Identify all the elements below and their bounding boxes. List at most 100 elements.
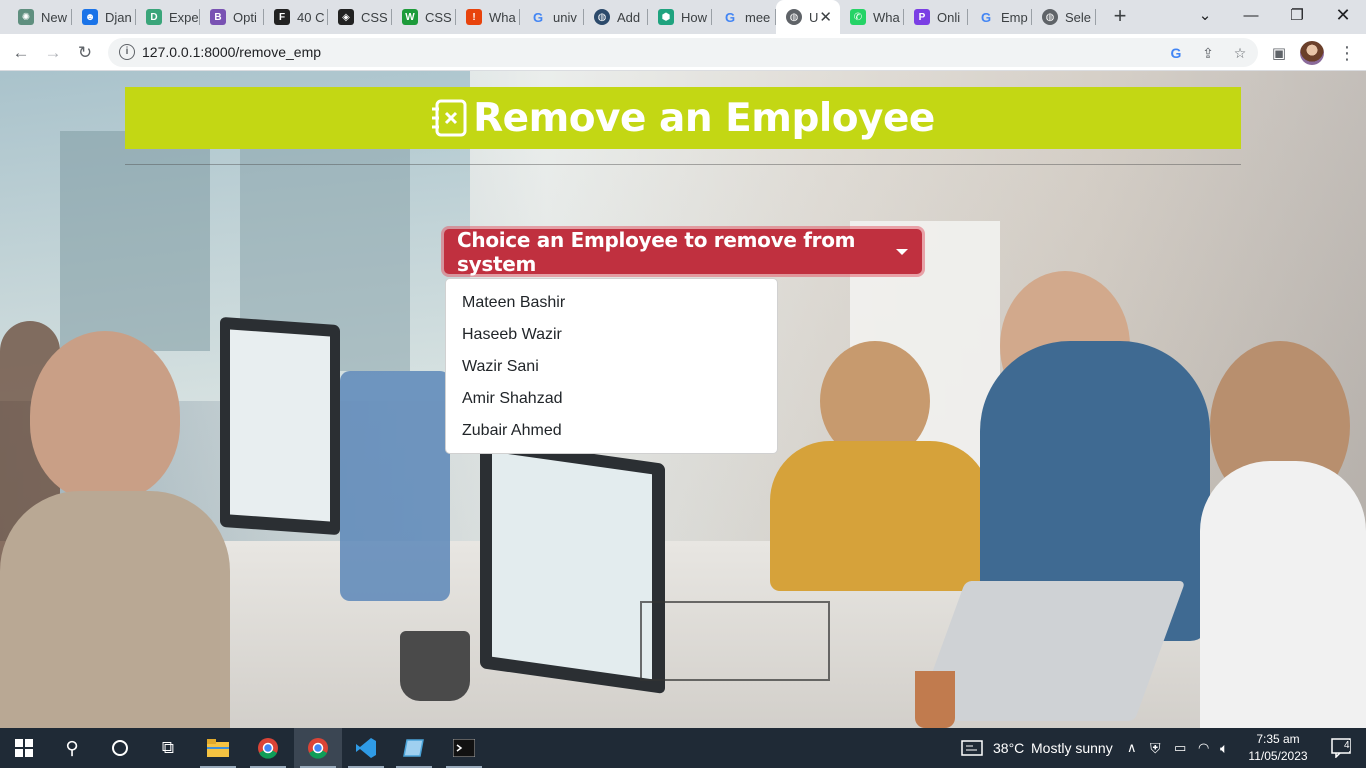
employee-dropdown-button[interactable]: Choice an Employee to remove from system [444,227,922,276]
new-tab-button[interactable]: + [1108,3,1132,28]
tab-title: Add [617,9,641,25]
tab-separator [583,9,584,25]
system-clock[interactable]: 7:35 am 11/05/2023 [1243,731,1313,765]
windows-taskbar: ⚲ ⧉ 38°C Mostly sunny ∧ ⛨ ▭ ◠ 🔈︎ 7:35 am… [0,728,1366,768]
dropdown-item-employee[interactable]: Amir Shahzad [446,383,777,415]
notification-count: 4 [1344,740,1350,751]
tab-separator [1095,9,1096,25]
background-person-body [1200,461,1366,728]
background-basket [640,601,830,681]
weather-temperature[interactable]: 38°C [993,740,1024,756]
browser-tab[interactable]: Gmee [712,0,776,34]
browser-tab[interactable]: ◍ Sele [1032,0,1096,34]
browser-tab[interactable]: F 40 C [264,0,328,34]
chrome-icon[interactable] [294,728,342,768]
background-person-head [30,331,180,501]
wifi-icon[interactable]: ◠ [1198,740,1209,756]
app-icon[interactable] [390,728,438,768]
menu-kebab-icon[interactable]: ⋮ [1336,42,1358,64]
dropdown-item-employee[interactable]: Wazir Sani [446,351,777,383]
battery-icon[interactable]: ▭ [1174,740,1186,756]
page-header-banner: Remove an Employee [125,87,1241,149]
windows-start-icon[interactable] [0,728,48,768]
codepen-icon: ◈ [338,9,354,25]
side-panel-icon[interactable]: ▣ [1268,42,1290,64]
google-icon: G [724,9,736,25]
background-monitor-screen [492,451,652,680]
tab-title: 40 C [297,9,325,25]
tab-title: univ [553,9,577,25]
tab-title: How [681,9,708,25]
notifications-icon[interactable]: 4 [1318,728,1366,768]
browser-tab[interactable]: ! Wha [456,0,520,34]
close-window-button[interactable]: ✕ [1320,0,1366,30]
task-view-icon[interactable]: ⧉ [144,728,192,768]
tab-title: Opti [233,9,257,25]
tab-separator [135,9,136,25]
browser-tab[interactable]: Guniv [520,0,584,34]
share-icon[interactable]: ⇪ [1198,43,1218,63]
chrome-icon[interactable] [244,728,292,768]
chevron-up-icon[interactable]: ∧ [1127,740,1137,756]
browser-tab[interactable]: ✺ New [8,0,72,34]
google-icon: G [532,9,544,25]
browser-tab[interactable]: W CSS [392,0,456,34]
tab-separator [455,9,456,25]
tab-separator [903,9,904,25]
minimize-button[interactable]: — [1228,0,1274,30]
tab-title: CSS [361,9,388,25]
tab-separator [519,9,520,25]
cortana-icon[interactable] [96,728,144,768]
browser-toolbar: ← → ↻ i 127.0.0.1:8000/remove_emp G ⇪ ☆ … [0,34,1366,71]
p-icon: P [914,9,930,25]
maximize-button[interactable]: ❐ [1274,0,1320,30]
browser-tab[interactable]: ☻ Djan [72,0,136,34]
browser-tab[interactable]: P Onli [904,0,968,34]
browser-tab[interactable]: ◍ U ✕ [776,0,840,34]
tab-separator [263,9,264,25]
tab-strip: ◍ Sele G Emp P Onli ✆ Wha ◍ U ✕ Gmee ⬢ How ◍ Add Guniv! W… [0,0,1366,34]
clock-date: 11/05/2023 [1248,749,1308,763]
tab-title: CSS [425,9,452,25]
file-explorer-icon[interactable] [194,728,242,768]
browser-tab[interactable]: ◍ Add [584,0,648,34]
address-bar[interactable]: i 127.0.0.1:8000/remove_emp G ⇪ ☆ [108,38,1258,67]
tab-separator [71,9,72,25]
dropdown-item-employee[interactable]: Zubair Ahmed [446,415,777,447]
weather-condition[interactable]: Mostly sunny [1031,740,1113,756]
site-info-icon[interactable]: i [119,44,135,60]
google-translate-icon[interactable]: G [1166,43,1186,63]
back-button[interactable]: ← [8,40,34,66]
browser-tab[interactable]: B Opti [200,0,264,34]
tab-separator [1031,9,1032,25]
tab-title: Wha [489,9,516,25]
tab-title: New [41,9,68,25]
close-tab-icon[interactable]: ✕ [819,8,832,26]
reload-button[interactable]: ↻ [72,40,98,66]
browser-tab[interactable]: ✆ Wha [840,0,904,34]
dropdown-item-employee[interactable]: Haseeb Wazir [446,319,777,351]
tab-title: Sele [1065,9,1092,25]
background-monitor-screen [230,329,330,522]
tab-separator [327,9,328,25]
security-alert-icon[interactable]: ⛨ [1150,740,1161,757]
forward-button[interactable]: → [40,40,66,66]
profile-avatar[interactable] [1300,41,1324,65]
terminal-icon[interactable] [440,728,488,768]
employee-dropdown-menu: Mateen Bashir Haseeb Wazir Wazir Sani Am… [445,278,778,454]
dropdown-item-employee[interactable]: Mateen Bashir [446,287,777,319]
browser-tab[interactable]: ◈ CSS [328,0,392,34]
tab-search-icon[interactable]: ⌄ [1182,0,1228,30]
google-icon: G [980,9,992,25]
search-icon[interactable]: ⚲ [48,728,96,768]
volume-icon[interactable]: 🔈︎ [1220,740,1228,757]
weather-icon[interactable] [956,728,988,768]
bootstrap-icon: B [210,9,226,25]
vscode-icon[interactable] [342,728,390,768]
bookmark-star-icon[interactable]: ☆ [1230,43,1250,63]
browser-tab[interactable]: G Emp [968,0,1032,34]
tab-separator [647,9,648,25]
dropdown-label: Choice an Employee to remove from system [457,227,856,276]
browser-tab[interactable]: D Expe [136,0,200,34]
browser-tab[interactable]: ⬢ How [648,0,712,34]
